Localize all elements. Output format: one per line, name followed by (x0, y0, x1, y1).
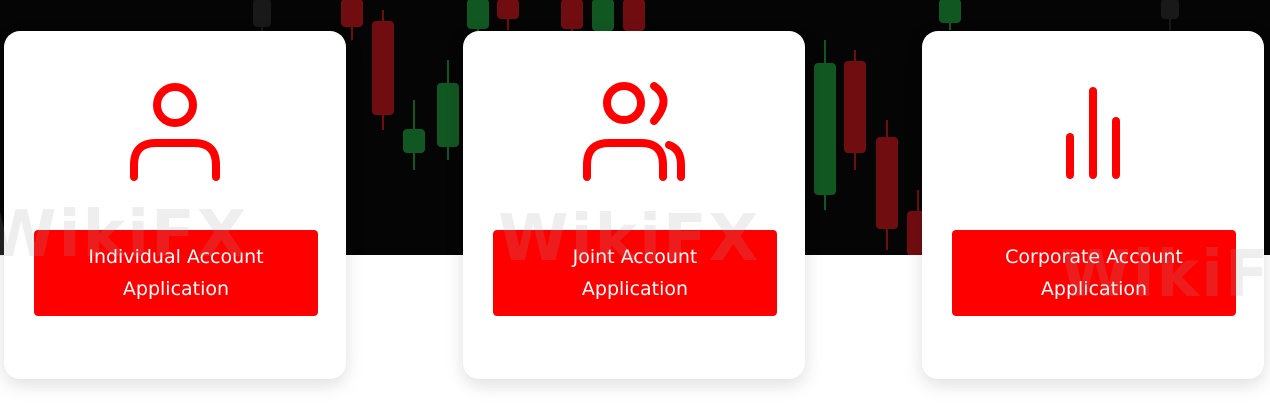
bar-chart-icon (1038, 79, 1148, 189)
button-label-line1: Joint Account (572, 246, 698, 268)
users-icon (579, 79, 689, 189)
button-label-line2: Application (581, 278, 689, 300)
card-joint-account: Joint Account Application (463, 31, 805, 379)
card-individual-account: Individual Account Application (4, 31, 346, 379)
button-label-line2: Application (122, 278, 230, 300)
joint-account-application-button[interactable]: Joint Account Application (493, 230, 777, 316)
button-label-line1: Corporate Account (1005, 246, 1183, 268)
card-corporate-account: Corporate Account Application (922, 31, 1264, 379)
button-label-line1: Individual Account (88, 246, 264, 268)
button-label-line2: Application (1040, 278, 1148, 300)
individual-account-application-button[interactable]: Individual Account Application (34, 230, 318, 316)
corporate-account-application-button[interactable]: Corporate Account Application (952, 230, 1236, 316)
user-icon (120, 79, 230, 189)
